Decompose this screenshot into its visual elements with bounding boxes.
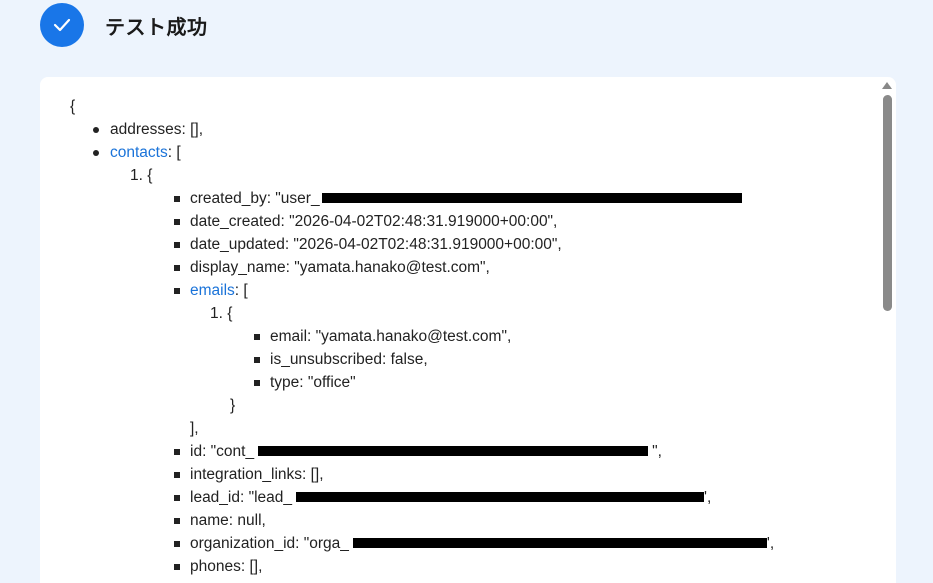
result-header: テスト成功 [40,3,208,47]
field-id: id: "cont_ ", [174,442,662,462]
field-integration-links: integration_links: [], [174,466,324,483]
scrollbar-thumb[interactable] [883,95,892,311]
contacts-toggle-link[interactable]: contacts [110,144,168,161]
field-type: type: "office" [254,374,356,391]
id-prefix: id: "cont_ [190,443,255,460]
field-email: email: "yamata.hanako@test.com", [253,328,512,345]
field-emails: emails: [ [174,281,248,301]
field-date-updated: date_updated: "2026-04-02T02:48:31.91900… [174,236,562,253]
emails-open-bracket: : [ [234,282,248,299]
field-lead-id: lead_id: "lead_ ', [173,488,712,508]
emails-toggle-link[interactable]: emails [190,282,235,299]
field-date-created: date_created: "2026-04-02T02:48:31.91900… [173,213,558,230]
organization-id-prefix: organization_id: "orga_ [190,535,349,552]
field-name: name: null, [174,512,266,529]
check-icon [53,18,71,32]
json-open-brace: { [70,98,76,115]
redacted-block [296,491,705,502]
field-is-unsubscribed: is_unsubscribed: false, [254,351,428,368]
email-item-1-label: 1. { [210,305,233,322]
field-addresses: addresses: [], [92,121,204,138]
contacts-open-bracket: : [ [167,144,181,161]
scroll-up-arrow-icon[interactable] [882,82,892,89]
lead-id-suffix: ', [704,489,712,506]
success-badge [40,3,84,47]
contact-item-1-label: 1. { [130,167,153,184]
page-title: テスト成功 [105,14,208,39]
created-by-text: created_by: "user_ [190,190,320,207]
redacted-block [352,537,767,548]
field-contacts: contacts: [ [93,143,181,163]
emails-close-bracket: ], [190,420,199,437]
id-suffix: ", [652,443,662,460]
field-organization-id: organization_id: "orga_ ', [173,534,775,554]
email-item-close: } [230,397,236,414]
field-created-by: created_by: "user_ [174,189,742,209]
redacted-block [321,192,742,203]
organization-id-suffix: ', [766,535,775,552]
lead-id-prefix: lead_id: "lead_ [190,489,293,506]
json-output-panel[interactable]: { addresses: [], contacts: [ 1. { create… [40,77,896,583]
field-display-name: display_name: "yamata.hanako@test.com", [174,259,490,276]
redacted-block [258,445,649,456]
field-phones: phones: [], [173,558,263,575]
